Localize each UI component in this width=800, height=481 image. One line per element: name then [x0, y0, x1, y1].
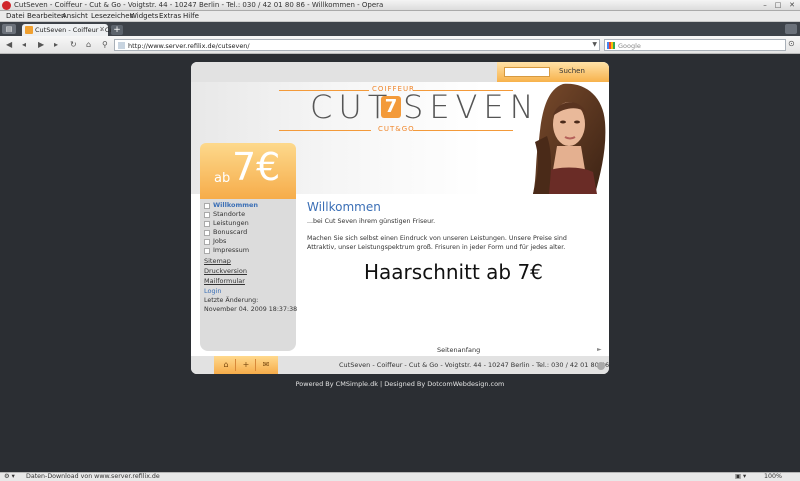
- menu-ansicht[interactable]: Ansicht: [62, 12, 88, 20]
- status-view-icon[interactable]: ▣ ▾: [735, 473, 746, 480]
- mail-footer-icon[interactable]: ✉: [259, 359, 273, 371]
- arrow-right-icon[interactable]: ►: [597, 346, 602, 353]
- link-sitemap[interactable]: Sitemap: [204, 257, 231, 265]
- site-search: Suchen: [497, 62, 609, 82]
- plus-footer-icon[interactable]: +: [239, 359, 253, 371]
- nav-label: Leistungen: [213, 219, 249, 227]
- opera-icon: [2, 1, 11, 10]
- nav-label: Bonuscard: [213, 228, 248, 236]
- nav-label: Impressum: [213, 246, 250, 254]
- body-text: Machen Sie sich selbst einen Eindruck vo…: [307, 235, 567, 251]
- logo-line-bottom-right: [413, 130, 513, 131]
- status-bar: ⚙ ▾ Daten-Download von www.server.refili…: [0, 472, 800, 481]
- chevron-down-icon[interactable]: ▼: [592, 41, 597, 48]
- home-icon[interactable]: ⌂: [86, 40, 91, 49]
- navigation-bar: ◀ ◂ ▶ ▸ ↻ ⌂ ⚲ http://www.server.refilix.…: [0, 36, 800, 54]
- window-title: CutSeven - Coiffeur - Cut & Go - Voigtst…: [14, 1, 384, 9]
- fast-forward-icon[interactable]: ▸: [54, 40, 58, 49]
- link-druckversion[interactable]: Druckversion: [204, 267, 247, 275]
- menu-bar: Datei Bearbeiten Ansicht Lesezeichen Wid…: [0, 11, 800, 22]
- tab-cutseven[interactable]: CutSeven - Coiffeur - Cu... ×: [22, 24, 120, 36]
- window-titlebar: CutSeven - Coiffeur - Cut & Go - Voigtst…: [0, 0, 800, 11]
- panel-toggle-icon[interactable]: ▤: [2, 24, 16, 34]
- menu-bearbeiten[interactable]: Bearbeiten: [27, 12, 65, 20]
- sidebar: Willkommen Standorte Leistungen Bonuscar…: [200, 199, 298, 351]
- to-top-row: Seitenanfang ►: [191, 344, 609, 356]
- nav-bullet-icon: [204, 220, 210, 227]
- price-prefix: ab: [214, 171, 231, 186]
- rewind-icon[interactable]: ◂: [22, 40, 26, 49]
- google-icon: [607, 42, 615, 49]
- menu-hilfe[interactable]: Hilfe: [183, 12, 199, 20]
- nav-bullet-icon: [204, 238, 210, 245]
- page-icon: [118, 42, 125, 49]
- wand-icon[interactable]: ⚲: [102, 40, 108, 49]
- menu-lesezeichen[interactable]: Lesezeichen: [91, 12, 134, 20]
- headline-text: Haarschnitt ab 7€: [364, 260, 543, 284]
- login-link[interactable]: Login: [204, 287, 222, 295]
- tab-label: CutSeven - Coiffeur - Cu...: [35, 26, 120, 34]
- browser-menu-icon[interactable]: ⊙: [788, 39, 798, 51]
- minimize-button[interactable]: –: [759, 1, 771, 10]
- reload-icon[interactable]: ↻: [70, 40, 77, 49]
- tab-close-button[interactable]: ×: [99, 25, 105, 33]
- search-placeholder: Google: [618, 41, 641, 50]
- nav-label: Standorte: [213, 210, 246, 218]
- site-search-button[interactable]: Suchen: [559, 67, 585, 75]
- price-badge: ab 7€: [200, 143, 296, 199]
- trash-icon[interactable]: [785, 24, 797, 34]
- status-text: Daten-Download von www.server.refilix.de: [26, 473, 160, 480]
- tab-bar: ▤ CutSeven - Coiffeur - Cu... × +: [0, 22, 800, 36]
- new-tab-button[interactable]: +: [111, 25, 123, 35]
- to-top-link[interactable]: Seitenanfang: [437, 346, 480, 354]
- page-card: Suchen COIFFEUR CUT 7 SEVEN CUT&GO ab 7€…: [191, 62, 609, 374]
- logo-seven-mark: 7: [381, 96, 401, 118]
- back-icon[interactable]: ◀: [6, 40, 12, 49]
- favicon-icon: [25, 26, 33, 34]
- search-field[interactable]: Google: [604, 39, 786, 51]
- forward-icon[interactable]: ▶: [38, 40, 44, 49]
- logo-cutgo: CUT&GO: [378, 125, 415, 133]
- address-field[interactable]: http://www.server.refilix.de/cutseven/ ▼: [114, 39, 600, 51]
- nav-bullet-icon: [204, 247, 210, 254]
- intro-text: ...bei Cut Seven ihrem günstigen Friseur…: [307, 218, 436, 225]
- nav-label: Willkommen: [213, 201, 259, 209]
- last-change-label: Letzte Änderung:: [204, 297, 259, 304]
- logo-line-bottom-left: [279, 130, 371, 131]
- nav-bullet-icon: [204, 202, 210, 209]
- nav-bullet-icon: [204, 211, 210, 218]
- footer-separator: [235, 359, 236, 371]
- nav-label: Jobs: [213, 237, 227, 245]
- footer-separator: [255, 359, 256, 371]
- menu-widgets[interactable]: Widgets: [130, 12, 158, 20]
- site-search-input[interactable]: [504, 67, 550, 77]
- footer-address: CutSeven - Coiffeur - Cut & Go - Voigtst…: [339, 361, 609, 369]
- gear-icon[interactable]: [597, 362, 605, 370]
- menu-extras[interactable]: Extras: [159, 12, 181, 20]
- model-portrait-image: [533, 83, 606, 194]
- price-amount: 7€: [232, 145, 281, 189]
- menu-datei[interactable]: Datei: [6, 12, 25, 20]
- zoom-level[interactable]: 100%: [764, 473, 782, 480]
- powered-by[interactable]: Powered By CMSimple.dk | Designed By Dot…: [0, 380, 800, 388]
- site-footer: ⌂ + ✉ CutSeven - Coiffeur - Cut & Go - V…: [191, 356, 609, 374]
- page-heading: Willkommen: [307, 200, 381, 214]
- close-window-button[interactable]: ✕: [786, 1, 798, 10]
- address-url: http://www.server.refilix.de/cutseven/: [128, 41, 250, 50]
- link-mailformular[interactable]: Mailformular: [204, 277, 245, 285]
- home-footer-icon[interactable]: ⌂: [219, 359, 233, 371]
- nav-bullet-icon: [204, 229, 210, 236]
- last-change-date: November 04. 2009 18:37:38: [204, 306, 298, 313]
- status-tools-icon[interactable]: ⚙ ▾: [4, 473, 15, 480]
- maximize-button[interactable]: □: [772, 1, 784, 10]
- logo-seven: SEVEN: [403, 88, 540, 126]
- footer-icon-group: ⌂ + ✉: [214, 356, 278, 374]
